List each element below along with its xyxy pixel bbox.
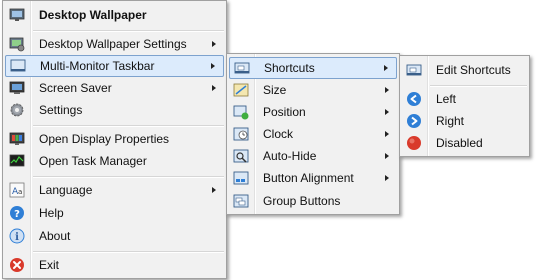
menu-item-clock[interactable]: Clock: [229, 123, 397, 145]
menu-item-label: Screen Saver: [39, 81, 112, 95]
menu-item-help[interactable]: ? Help: [5, 202, 224, 224]
separator: [430, 85, 527, 87]
menu-item-label: Shortcuts: [264, 61, 315, 75]
monitor-icon: [9, 81, 25, 94]
separator: [33, 30, 224, 32]
menu-item-label: Group Buttons: [263, 194, 341, 208]
position-icon: [233, 105, 249, 120]
separator: [33, 251, 224, 253]
menu-item-label: Right: [436, 114, 465, 128]
shortcuts-icon: [234, 62, 250, 74]
menu-item-label: Desktop Wallpaper Settings: [39, 37, 187, 51]
auto-hide-icon: [233, 149, 249, 163]
menu-item-label: Button Alignment: [263, 171, 354, 185]
menu-item-desktop-wallpaper-settings[interactable]: Desktop Wallpaper Settings: [5, 33, 224, 55]
menu-item-screen-saver[interactable]: Screen Saver: [5, 77, 224, 99]
svg-text:a: a: [18, 188, 22, 196]
submenu-arrow-icon: [385, 109, 389, 115]
submenu-arrow-icon: [385, 131, 389, 137]
separator: [33, 125, 224, 127]
menu-item-language[interactable]: A a Language: [5, 179, 224, 201]
submenu-arrow-icon: [385, 175, 389, 181]
menu-item-label: About: [39, 229, 71, 243]
menu-item-label: Size: [263, 83, 287, 97]
exit-icon: [10, 258, 24, 272]
menu-item-label: Settings: [39, 103, 83, 117]
menu-item-open-task-manager[interactable]: Open Task Manager: [5, 150, 224, 172]
main-context-menu: Desktop Wallpaper Desktop Wallpaper Sett…: [2, 0, 227, 279]
taskbar-submenu: Shortcuts Size Position Clock Auto-Hide …: [226, 53, 400, 215]
menu-item-exit[interactable]: Exit: [5, 254, 224, 276]
language-icon: A a: [9, 182, 25, 198]
button-alignment-icon: [233, 171, 249, 185]
size-icon: [233, 83, 249, 97]
menu-item-size[interactable]: Size: [229, 79, 397, 101]
menu-item-label: Language: [39, 183, 93, 197]
menu-item-label: Open Display Properties: [39, 132, 170, 146]
submenu-arrow-icon: [212, 41, 216, 47]
menu-item-label: Desktop Wallpaper: [39, 8, 147, 22]
submenu-arrow-icon: [211, 63, 215, 69]
submenu-arrow-icon: [385, 153, 389, 159]
menu-item-label: Exit: [39, 258, 60, 272]
group-buttons-icon: [233, 194, 249, 208]
edit-shortcuts-icon: [406, 64, 422, 76]
task-manager-icon: [9, 154, 25, 167]
wallpaper-icon: [9, 8, 25, 21]
info-icon: i: [9, 228, 25, 244]
submenu-arrow-icon: [212, 85, 216, 91]
menu-item-edit-shortcuts[interactable]: Edit Shortcuts: [402, 59, 527, 81]
menu-item-label: Auto-Hide: [263, 149, 317, 163]
menu-item-disabled[interactable]: Disabled: [402, 132, 527, 154]
help-icon: ?: [10, 206, 24, 220]
arrow-left-icon: [407, 92, 421, 106]
menu-item-label: Multi-Monitor Taskbar: [40, 59, 155, 73]
menu-item-desktop-wallpaper[interactable]: Desktop Wallpaper: [5, 4, 224, 26]
display-properties-icon: [9, 132, 25, 145]
menu-item-shortcuts[interactable]: Shortcuts: [229, 57, 397, 79]
arrow-right-icon: [407, 114, 421, 128]
separator: [33, 176, 224, 178]
wallpaper-settings-icon: [9, 37, 25, 52]
menu-item-label: Open Task Manager: [39, 154, 147, 168]
menu-item-settings[interactable]: Settings: [5, 99, 224, 121]
menu-item-open-display-properties[interactable]: Open Display Properties: [5, 128, 224, 150]
menu-item-about[interactable]: i About: [5, 225, 224, 247]
taskbar-icon: [10, 59, 26, 72]
shortcuts-submenu: Edit Shortcuts Left Right Disabled: [399, 55, 530, 157]
menu-item-label: Left: [436, 92, 457, 106]
menu-item-label: Clock: [263, 127, 294, 141]
submenu-arrow-icon: [385, 87, 389, 93]
disabled-icon: [407, 136, 421, 150]
svg-text:?: ?: [14, 209, 20, 220]
menu-item-auto-hide[interactable]: Auto-Hide: [229, 145, 397, 167]
menu-item-left[interactable]: Left: [402, 88, 527, 110]
menu-item-label: Disabled: [436, 136, 483, 150]
menu-item-group-buttons[interactable]: Group Buttons: [229, 190, 397, 212]
svg-text:i: i: [15, 232, 19, 243]
menu-item-position[interactable]: Position: [229, 101, 397, 123]
submenu-arrow-icon: [212, 187, 216, 193]
gear-icon: [10, 103, 24, 117]
menu-item-label: Edit Shortcuts: [436, 63, 511, 77]
menu-item-multi-monitor-taskbar[interactable]: Multi-Monitor Taskbar: [5, 55, 224, 77]
clock-icon: [233, 127, 249, 141]
submenu-arrow-icon: [384, 65, 388, 71]
menu-item-label: Position: [263, 105, 306, 119]
menu-item-right[interactable]: Right: [402, 110, 527, 132]
menu-item-button-alignment[interactable]: Button Alignment: [229, 167, 397, 189]
menu-item-label: Help: [39, 206, 64, 220]
